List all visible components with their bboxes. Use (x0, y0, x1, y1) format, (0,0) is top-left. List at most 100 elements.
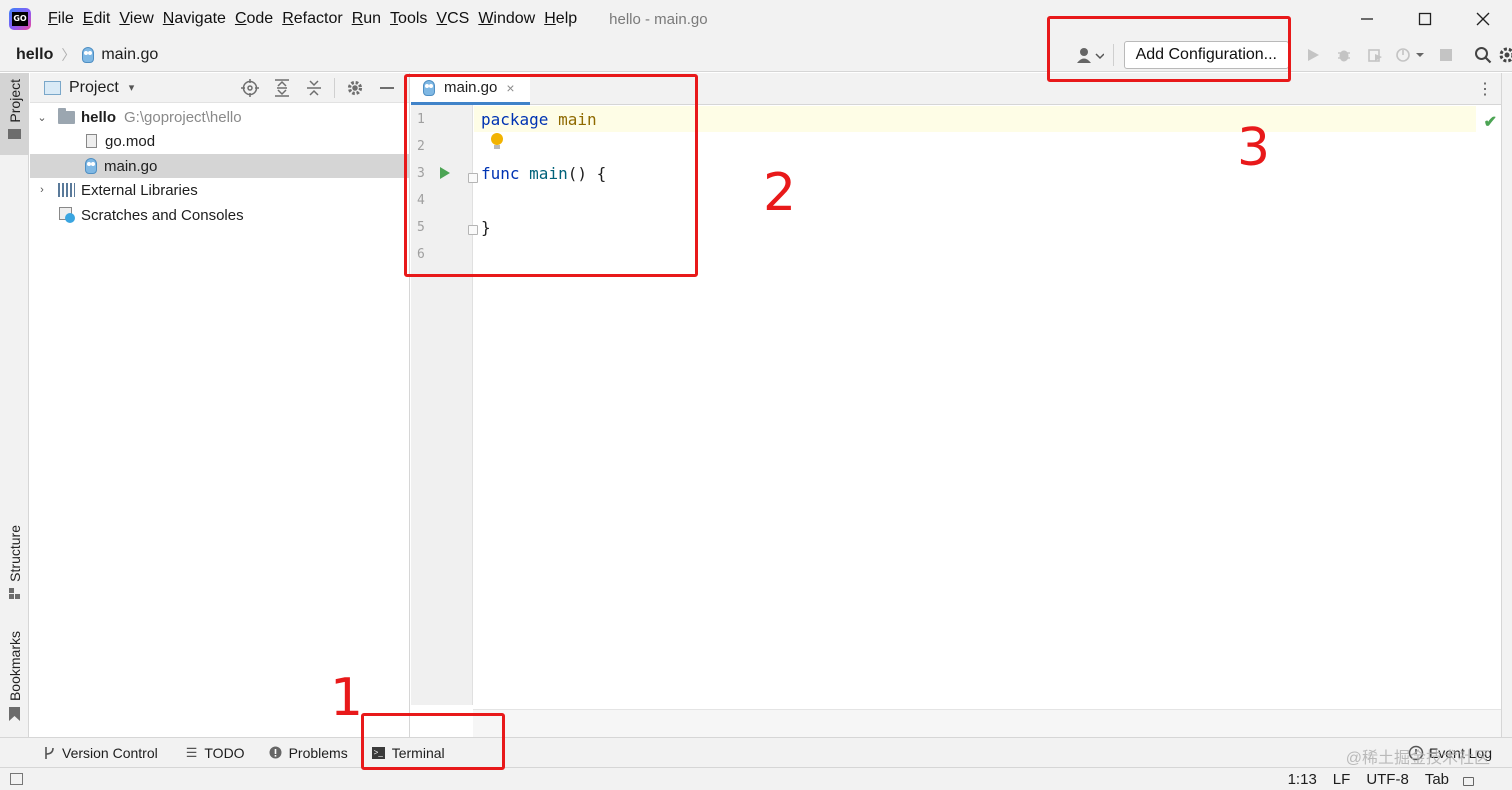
go-file-icon (423, 79, 435, 96)
breadcrumb-separator: 〉 (61, 46, 76, 63)
tool-tab-project[interactable]: Project (0, 73, 29, 155)
editor-tab-label: main.go (444, 79, 498, 96)
window-title: hello - main.go (609, 10, 708, 28)
editor-area: main.go × ⋮ 1 2 3 4 5 6 package main fun… (411, 73, 1501, 737)
project-panel-tools (234, 73, 403, 103)
maximize-button[interactable] (1396, 0, 1454, 38)
run-toolbar: Add Configuration... (1073, 38, 1512, 72)
code-line-5[interactable]: } (481, 218, 491, 237)
menu-window[interactable]: Window (474, 10, 539, 28)
navigation-bar: hello 〉 main.go Add Configuration... (0, 38, 1512, 72)
menu-tools[interactable]: Tools (386, 10, 431, 28)
toggle-tool-windows-icon[interactable] (10, 773, 23, 785)
chevron-down-icon[interactable]: ⌄ (36, 111, 48, 124)
indent-style[interactable]: Tab (1425, 771, 1449, 788)
menu-run[interactable]: Run (348, 10, 385, 28)
list-icon: ☰ (185, 744, 198, 760)
breadcrumb-project[interactable]: hello (16, 46, 53, 64)
terminal-tool-button[interactable]: >_ Terminal (363, 738, 454, 768)
problems-label: Problems (288, 744, 348, 761)
more-options-icon[interactable]: ⋮ (1477, 79, 1493, 99)
editor-tab-bar: main.go × ⋮ (411, 73, 1501, 105)
close-window-button[interactable] (1454, 0, 1512, 38)
tree-item-hello[interactable]: ⌄ hello G:\goproject\hello (30, 105, 409, 129)
line-separator[interactable]: LF (1333, 771, 1351, 788)
profiler-button[interactable] (1390, 41, 1430, 69)
fold-end-icon[interactable] (468, 225, 478, 235)
fold-start-icon[interactable] (468, 173, 478, 183)
stop-button[interactable] (1430, 41, 1461, 69)
add-configuration-button[interactable]: Add Configuration... (1123, 41, 1289, 69)
user-icon (1076, 48, 1104, 63)
collapse-all-button[interactable] (298, 73, 330, 103)
menu-file[interactable]: File (44, 10, 78, 28)
menu-edit[interactable]: Edit (79, 10, 115, 28)
select-opened-file-button[interactable] (234, 73, 266, 103)
file-encoding[interactable]: UTF-8 (1366, 771, 1409, 788)
version-control-tool-button[interactable]: Version Control (34, 738, 167, 768)
line-number: 3 (417, 166, 425, 181)
run-button[interactable] (1297, 41, 1328, 69)
tree-item-main-go[interactable]: main.go (30, 154, 409, 178)
goland-logo-icon (9, 8, 31, 30)
structure-icon (9, 587, 20, 599)
search-everywhere-button[interactable] (1467, 41, 1498, 69)
tree-item-external-libraries[interactable]: › External Libraries (30, 178, 409, 202)
watermark: @稀土掘金技术社区 (1345, 750, 1490, 767)
tool-tab-bookmarks[interactable]: Bookmarks (0, 631, 29, 722)
chevron-down-icon[interactable]: ▾ (129, 81, 135, 94)
collapse-all-icon (307, 80, 321, 96)
file-icon (86, 134, 97, 148)
problems-tool-button[interactable]: Problems (260, 738, 357, 768)
tree-item-go-mod[interactable]: go.mod (30, 129, 409, 153)
bookmark-icon (9, 707, 20, 722)
code-line-1[interactable]: package main (481, 110, 597, 129)
toolbar-divider (1112, 44, 1114, 66)
coverage-button[interactable] (1359, 41, 1390, 69)
menu-vcs[interactable]: VCS (432, 10, 473, 28)
editor-horizontal-scrollbar[interactable] (473, 709, 1501, 737)
lock-icon[interactable] (1463, 777, 1474, 786)
breadcrumb-file[interactable]: main.go (101, 46, 158, 64)
caret-position[interactable]: 1:13 (1288, 771, 1317, 788)
line-number: 5 (417, 220, 425, 235)
project-panel-title[interactable]: Project (69, 79, 119, 97)
project-view-icon (44, 80, 61, 95)
close-tab-icon[interactable]: × (506, 80, 514, 96)
project-tool-window: Project ▾ ⌄ hello G:\goproject\hello go.… (30, 73, 410, 737)
settings-button[interactable] (1498, 41, 1512, 69)
problems-icon (269, 746, 282, 759)
minimize-icon (1361, 18, 1373, 20)
branch-icon (45, 746, 54, 759)
menu-refactor[interactable]: Refactor (278, 10, 346, 28)
lightbulb-icon[interactable] (491, 133, 503, 149)
editor-tab-main-go[interactable]: main.go × (411, 73, 530, 105)
stop-icon (1439, 49, 1452, 61)
menu-view[interactable]: View (115, 10, 157, 28)
tree-item-scratches[interactable]: Scratches and Consoles (30, 203, 409, 227)
todo-tool-button[interactable]: ☰ TODO (177, 738, 254, 768)
code-keyword: package (481, 110, 549, 129)
inspection-ok-icon[interactable]: ✔ (1484, 112, 1497, 132)
menu-code[interactable]: Code (231, 10, 277, 28)
terminal-icon: >_ (371, 746, 385, 759)
code-line-3[interactable]: func main() { (481, 164, 606, 183)
debug-icon (1337, 50, 1350, 62)
tool-tab-structure[interactable]: Structure (0, 525, 29, 599)
minimize-button[interactable] (1338, 0, 1396, 38)
menu-help[interactable]: Help (540, 10, 581, 28)
hide-panel-button[interactable] (371, 73, 403, 103)
debug-button[interactable] (1328, 41, 1359, 69)
menu-navigate[interactable]: Navigate (159, 10, 230, 28)
editor-gutter[interactable]: 1 2 3 4 5 6 (411, 105, 478, 705)
chevron-right-icon[interactable]: › (36, 184, 48, 196)
project-options-button[interactable] (339, 73, 371, 103)
tool-tab-bookmarks-label: Bookmarks (6, 631, 23, 702)
run-main-icon[interactable] (440, 167, 450, 179)
line-number: 6 (417, 247, 425, 262)
user-menu-button[interactable] (1073, 43, 1107, 67)
expand-all-button[interactable] (266, 73, 298, 103)
go-file-icon (85, 158, 97, 174)
tree-item-path: G:\goproject\hello (124, 108, 242, 126)
status-bar: 1:13 LF UTF-8 Tab (0, 767, 1512, 790)
